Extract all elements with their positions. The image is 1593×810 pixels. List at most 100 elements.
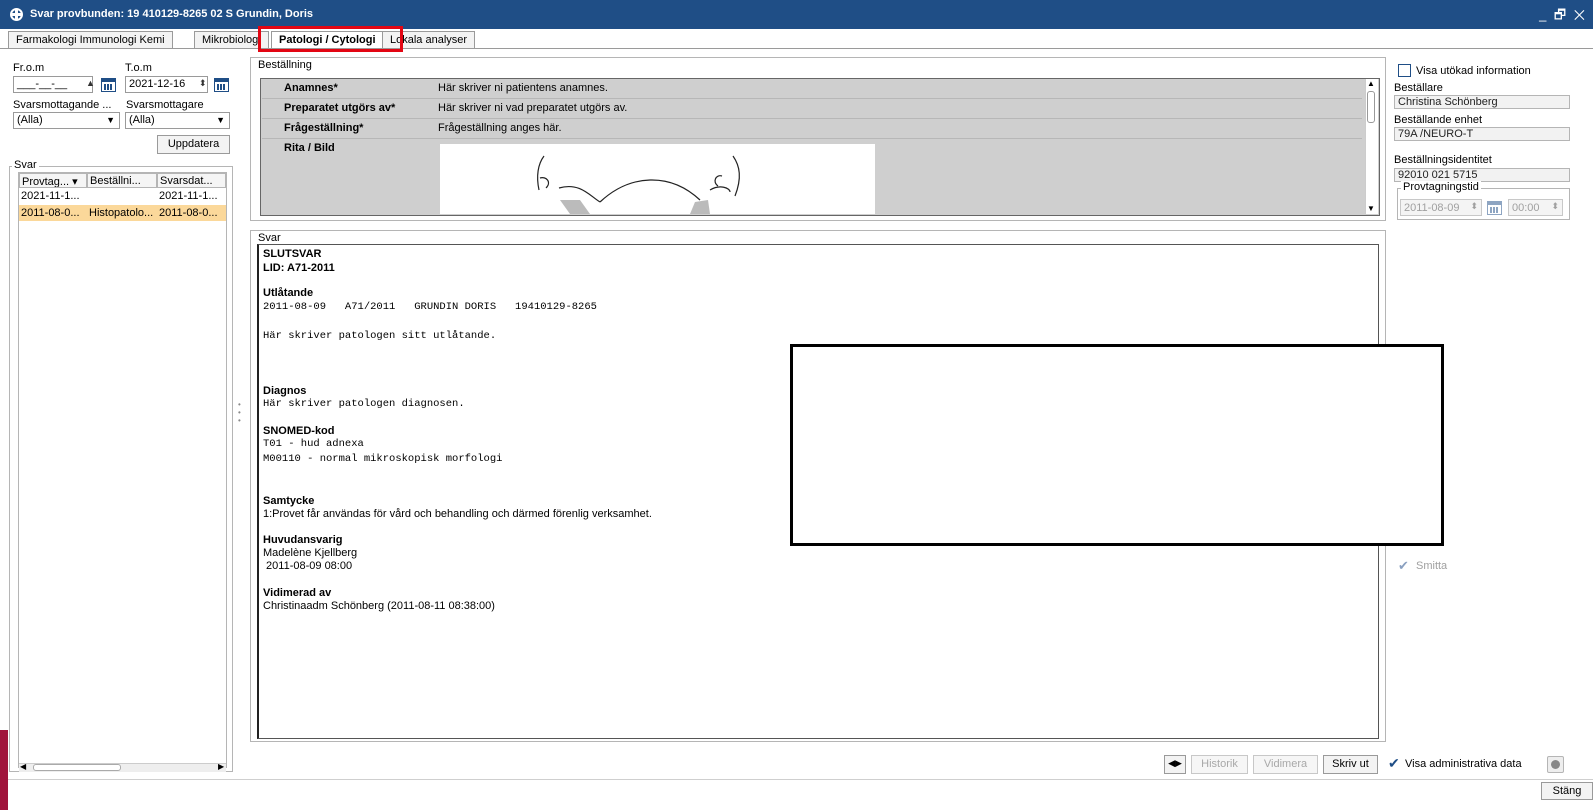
status-bar <box>0 779 1593 810</box>
samtycke-text: 1:Provet får användas för vård och behan… <box>263 508 652 520</box>
order-legend: Beställning <box>256 59 314 71</box>
scroll-left-icon[interactable]: ◀ <box>20 762 26 771</box>
sampling-date-value: 2011-08-09 <box>1404 202 1460 214</box>
recipient2-label: Svarsmottagare <box>126 99 204 111</box>
lid-label: LID: A71-2011 <box>263 262 335 274</box>
order-row-fragestallning: Frågeställning* Frågeställning anges här… <box>262 119 1362 139</box>
scroll-up-icon[interactable]: ▲ <box>1367 79 1375 88</box>
to-date-input[interactable]: 2021-12-16 <box>125 76 208 93</box>
order-row-preparat: Preparatet utgörs av* Här skriver ni vad… <box>262 99 1362 119</box>
column-header-svarsdatum[interactable]: Svarsdat... <box>157 173 226 188</box>
recipient1-value: (Alla) <box>17 114 43 126</box>
unit-label: Beställande enhet <box>1394 114 1483 126</box>
column-header-provtagning[interactable]: Provtag... ▾ <box>19 173 87 188</box>
to-label: T.o.m <box>125 62 152 74</box>
sampling-date-input: 2011-08-09 ⬍ <box>1400 199 1482 216</box>
redaction-box <box>790 344 1444 546</box>
samtycke-heading: Samtycke <box>263 495 315 507</box>
orderer-label: Beställare <box>1394 82 1443 94</box>
left-edge-stripe <box>0 730 8 810</box>
table-cell[interactable]: 2011-08-0... <box>157 205 226 222</box>
from-label: Fr.o.m <box>13 62 45 74</box>
huvudansvarig-heading: Huvudansvarig <box>263 534 343 546</box>
window-title: Svar provbunden: 19 410129-8265 02 S Gru… <box>30 8 314 20</box>
chevron-down-icon: ▼ <box>216 115 225 125</box>
order-value: Här skriver ni patientens anamnes. <box>438 82 608 94</box>
to-calendar-icon[interactable] <box>214 78 229 92</box>
table-cell[interactable]: Histopatolo... <box>87 205 157 222</box>
close-button[interactable]: Stäng <box>1541 782 1593 800</box>
orderer-field: Christina Schönberg <box>1394 95 1570 109</box>
scroll-down-icon[interactable]: ▼ <box>1367 204 1375 213</box>
show-admin-label: Visa administrativa data <box>1405 758 1522 770</box>
order-key: Preparatet utgörs av* <box>284 102 396 114</box>
tab-bar: Farmakologi Immunologi Kemi Mikrobiologi… <box>0 31 1593 49</box>
splitter-handle-icon[interactable]: • • • <box>238 401 242 429</box>
table-cell[interactable]: 2021-11-1... <box>157 188 226 205</box>
utlatande-text: Här skriver patologen sitt utlåtande. <box>263 330 497 342</box>
recipient1-select[interactable]: (Alla) ▼ <box>13 112 120 129</box>
scrollbar-thumb[interactable] <box>1367 91 1375 123</box>
utlatande-heading: Utlåtande <box>263 287 314 299</box>
navigate-arrows-icon[interactable]: ◀▶ <box>1164 755 1186 774</box>
vidimerad-heading: Vidimerad av <box>263 587 332 599</box>
diagnos-heading: Diagnos <box>263 385 307 397</box>
spinner-icon: ⬍ <box>1470 201 1478 211</box>
update-button[interactable]: Uppdatera <box>157 135 230 154</box>
column-header-bestallning[interactable]: Beställni... <box>87 173 157 188</box>
sampling-legend: Provtagningstid <box>1401 181 1481 193</box>
snomed-heading: SNOMED-kod <box>263 425 335 437</box>
from-spinner-icon[interactable]: ▲ <box>86 78 95 88</box>
order-row-anamnes: Anamnes* Här skriver ni patientens anamn… <box>262 79 1362 99</box>
to-spinner-icon[interactable]: ⬍ <box>199 78 207 89</box>
table-cell[interactable]: 2021-11-1... <box>19 188 87 205</box>
window-controls[interactable]: _ 🗗 ✕ <box>1539 6 1587 28</box>
vidimera-button[interactable]: Vidimera <box>1253 755 1318 774</box>
huvudansvarig-time: 2011-08-09 08:00 <box>263 560 353 572</box>
answer-legend: Svar <box>256 232 283 244</box>
app-icon <box>10 8 23 21</box>
utlatande-line: 2011-08-09 A71/2011 GRUNDIN DORIS 194101… <box>263 301 597 313</box>
show-admin-checkbox[interactable]: ✔ <box>1388 755 1400 772</box>
tab-underline <box>0 48 1593 49</box>
info-button[interactable] <box>1547 756 1564 773</box>
snomed-line-2: M00110 - normal mikroskopisk morfologi <box>263 453 503 465</box>
from-calendar-icon[interactable] <box>101 78 116 92</box>
sampling-time-value: 00:00 <box>1512 202 1540 214</box>
show-extended-label: Visa utökad information <box>1416 65 1531 77</box>
sampling-calendar-icon <box>1487 201 1502 215</box>
order-value: Frågeställning anges här. <box>438 122 562 134</box>
check-icon: ✔ <box>1398 558 1409 573</box>
scrollbar-thumb[interactable] <box>33 764 121 771</box>
column-header-label: Provtag... <box>22 176 70 188</box>
scroll-right-icon[interactable]: ▶ <box>218 762 224 771</box>
recipient2-select[interactable]: (Alla) ▼ <box>125 112 230 129</box>
recipient2-value: (Alla) <box>129 114 155 126</box>
huvudansvarig-name: Madelène Kjellberg <box>263 547 358 559</box>
spinner-icon: ⬍ <box>1551 201 1559 211</box>
tab-farmakologi[interactable]: Farmakologi Immunologi Kemi <box>8 31 173 49</box>
show-extended-checkbox[interactable] <box>1398 64 1411 77</box>
smitta-label: Smitta <box>1416 560 1448 572</box>
title-bar: Svar provbunden: 19 410129-8265 02 S Gru… <box>0 0 1593 29</box>
svar-list-legend: Svar <box>12 159 39 171</box>
order-key: Frågeställning* <box>284 122 364 134</box>
circle-icon <box>1551 760 1560 769</box>
print-button[interactable]: Skriv ut <box>1323 755 1378 774</box>
vidimerad-text: Christinaadm Schönberg (2011-08-11 08:38… <box>263 600 495 612</box>
order-key: Anamnes* <box>284 82 338 94</box>
unit-field: 79A /NEURO-T <box>1394 127 1570 141</box>
svar-table <box>18 172 227 768</box>
highlight-box <box>258 26 403 52</box>
recipient1-label: Svarsmottagande ... <box>13 99 112 111</box>
order-key: Rita / Bild <box>284 142 335 154</box>
diagnos-text: Här skriver patologen diagnosen. <box>263 398 465 410</box>
order-id-field: 92010 021 5715 <box>1394 168 1570 182</box>
from-date-input[interactable]: ___-__-__ <box>13 76 93 93</box>
final-heading: SLUTSVAR <box>263 248 322 260</box>
snomed-line-1: T01 - hud adnexa <box>263 438 364 450</box>
historik-button[interactable]: Historik <box>1191 755 1248 774</box>
order-value: Här skriver ni vad preparatet utgörs av. <box>438 102 628 114</box>
table-cell[interactable]: 2011-08-0... <box>19 205 87 222</box>
table-cell[interactable] <box>87 188 157 205</box>
